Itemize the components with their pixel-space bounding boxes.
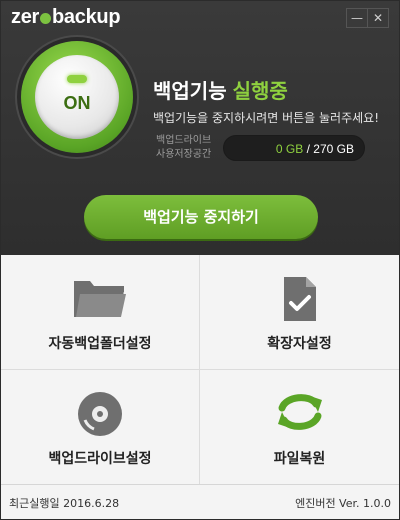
logo-suffix: backup (52, 6, 121, 28)
power-led-icon (67, 75, 87, 83)
document-check-icon (283, 277, 316, 321)
title-bar[interactable]: zer backup — ✕ (1, 1, 399, 35)
window-controls: — ✕ (346, 8, 389, 28)
app-window: zer backup — ✕ ON 백업기능 실행중 백업기능을 중지하시려면 버튼… (0, 0, 400, 520)
engine-version: 엔진버전 Ver. 1.0.0 (295, 497, 391, 510)
status-title-accent: 실행중 (232, 79, 288, 103)
status-title: 백업기능 실행중 (153, 75, 288, 104)
storage-label-line1: 백업드라이브 (156, 135, 212, 146)
menu-label: 파일복원 (273, 451, 326, 467)
extension-settings-button[interactable]: 확장자설정 (200, 255, 399, 370)
status-panel: zer backup — ✕ ON 백업기능 실행중 백업기능을 중지하시려면 버튼… (1, 1, 399, 255)
menu-label: 확장자설정 (267, 336, 332, 352)
storage-total: 270 GB (313, 142, 354, 156)
folder-icon (74, 281, 126, 317)
storage-label: 백업드라이브 사용저장공간 (156, 134, 211, 162)
power-knob: ON (35, 55, 119, 139)
power-toggle-button[interactable]: ON (21, 41, 133, 153)
status-title-main: 백업기능 (153, 79, 227, 103)
disc-icon (78, 392, 122, 436)
app-logo: zer backup (11, 6, 121, 29)
storage-used: 0 GB (275, 142, 304, 156)
restore-arrows-icon (277, 394, 322, 430)
menu-grid: 자동백업폴더설정 확장자설정 백업드라이브설정 파일복원 (1, 255, 399, 485)
close-button[interactable]: ✕ (367, 9, 388, 27)
menu-label: 백업드라이브설정 (48, 451, 152, 467)
menu-label: 자동백업폴더설정 (48, 336, 152, 352)
status-description: 백업기능을 중지하시려면 버튼을 눌러주세요! (153, 111, 380, 125)
last-run-date: 최근실행일 2016.6.28 (9, 497, 120, 510)
storage-separator: / (303, 142, 314, 156)
storage-label-line2: 사용저장공간 (156, 149, 212, 160)
auto-backup-folder-settings-button[interactable]: 자동백업폴더설정 (1, 255, 200, 370)
stop-backup-button[interactable]: 백업기능 중지하기 (84, 195, 318, 239)
file-restore-button[interactable]: 파일복원 (200, 370, 399, 485)
storage-usage-display: 0 GB / 270 GB (223, 135, 365, 161)
logo-o-icon (40, 13, 52, 24)
power-label: ON (63, 93, 91, 113)
minimize-button[interactable]: — (347, 9, 367, 27)
status-bar: 최근실행일 2016.6.28 엔진버전 Ver. 1.0.0 (1, 484, 399, 519)
backup-drive-settings-button[interactable]: 백업드라이브설정 (1, 370, 200, 485)
logo-prefix: zer (11, 6, 40, 28)
